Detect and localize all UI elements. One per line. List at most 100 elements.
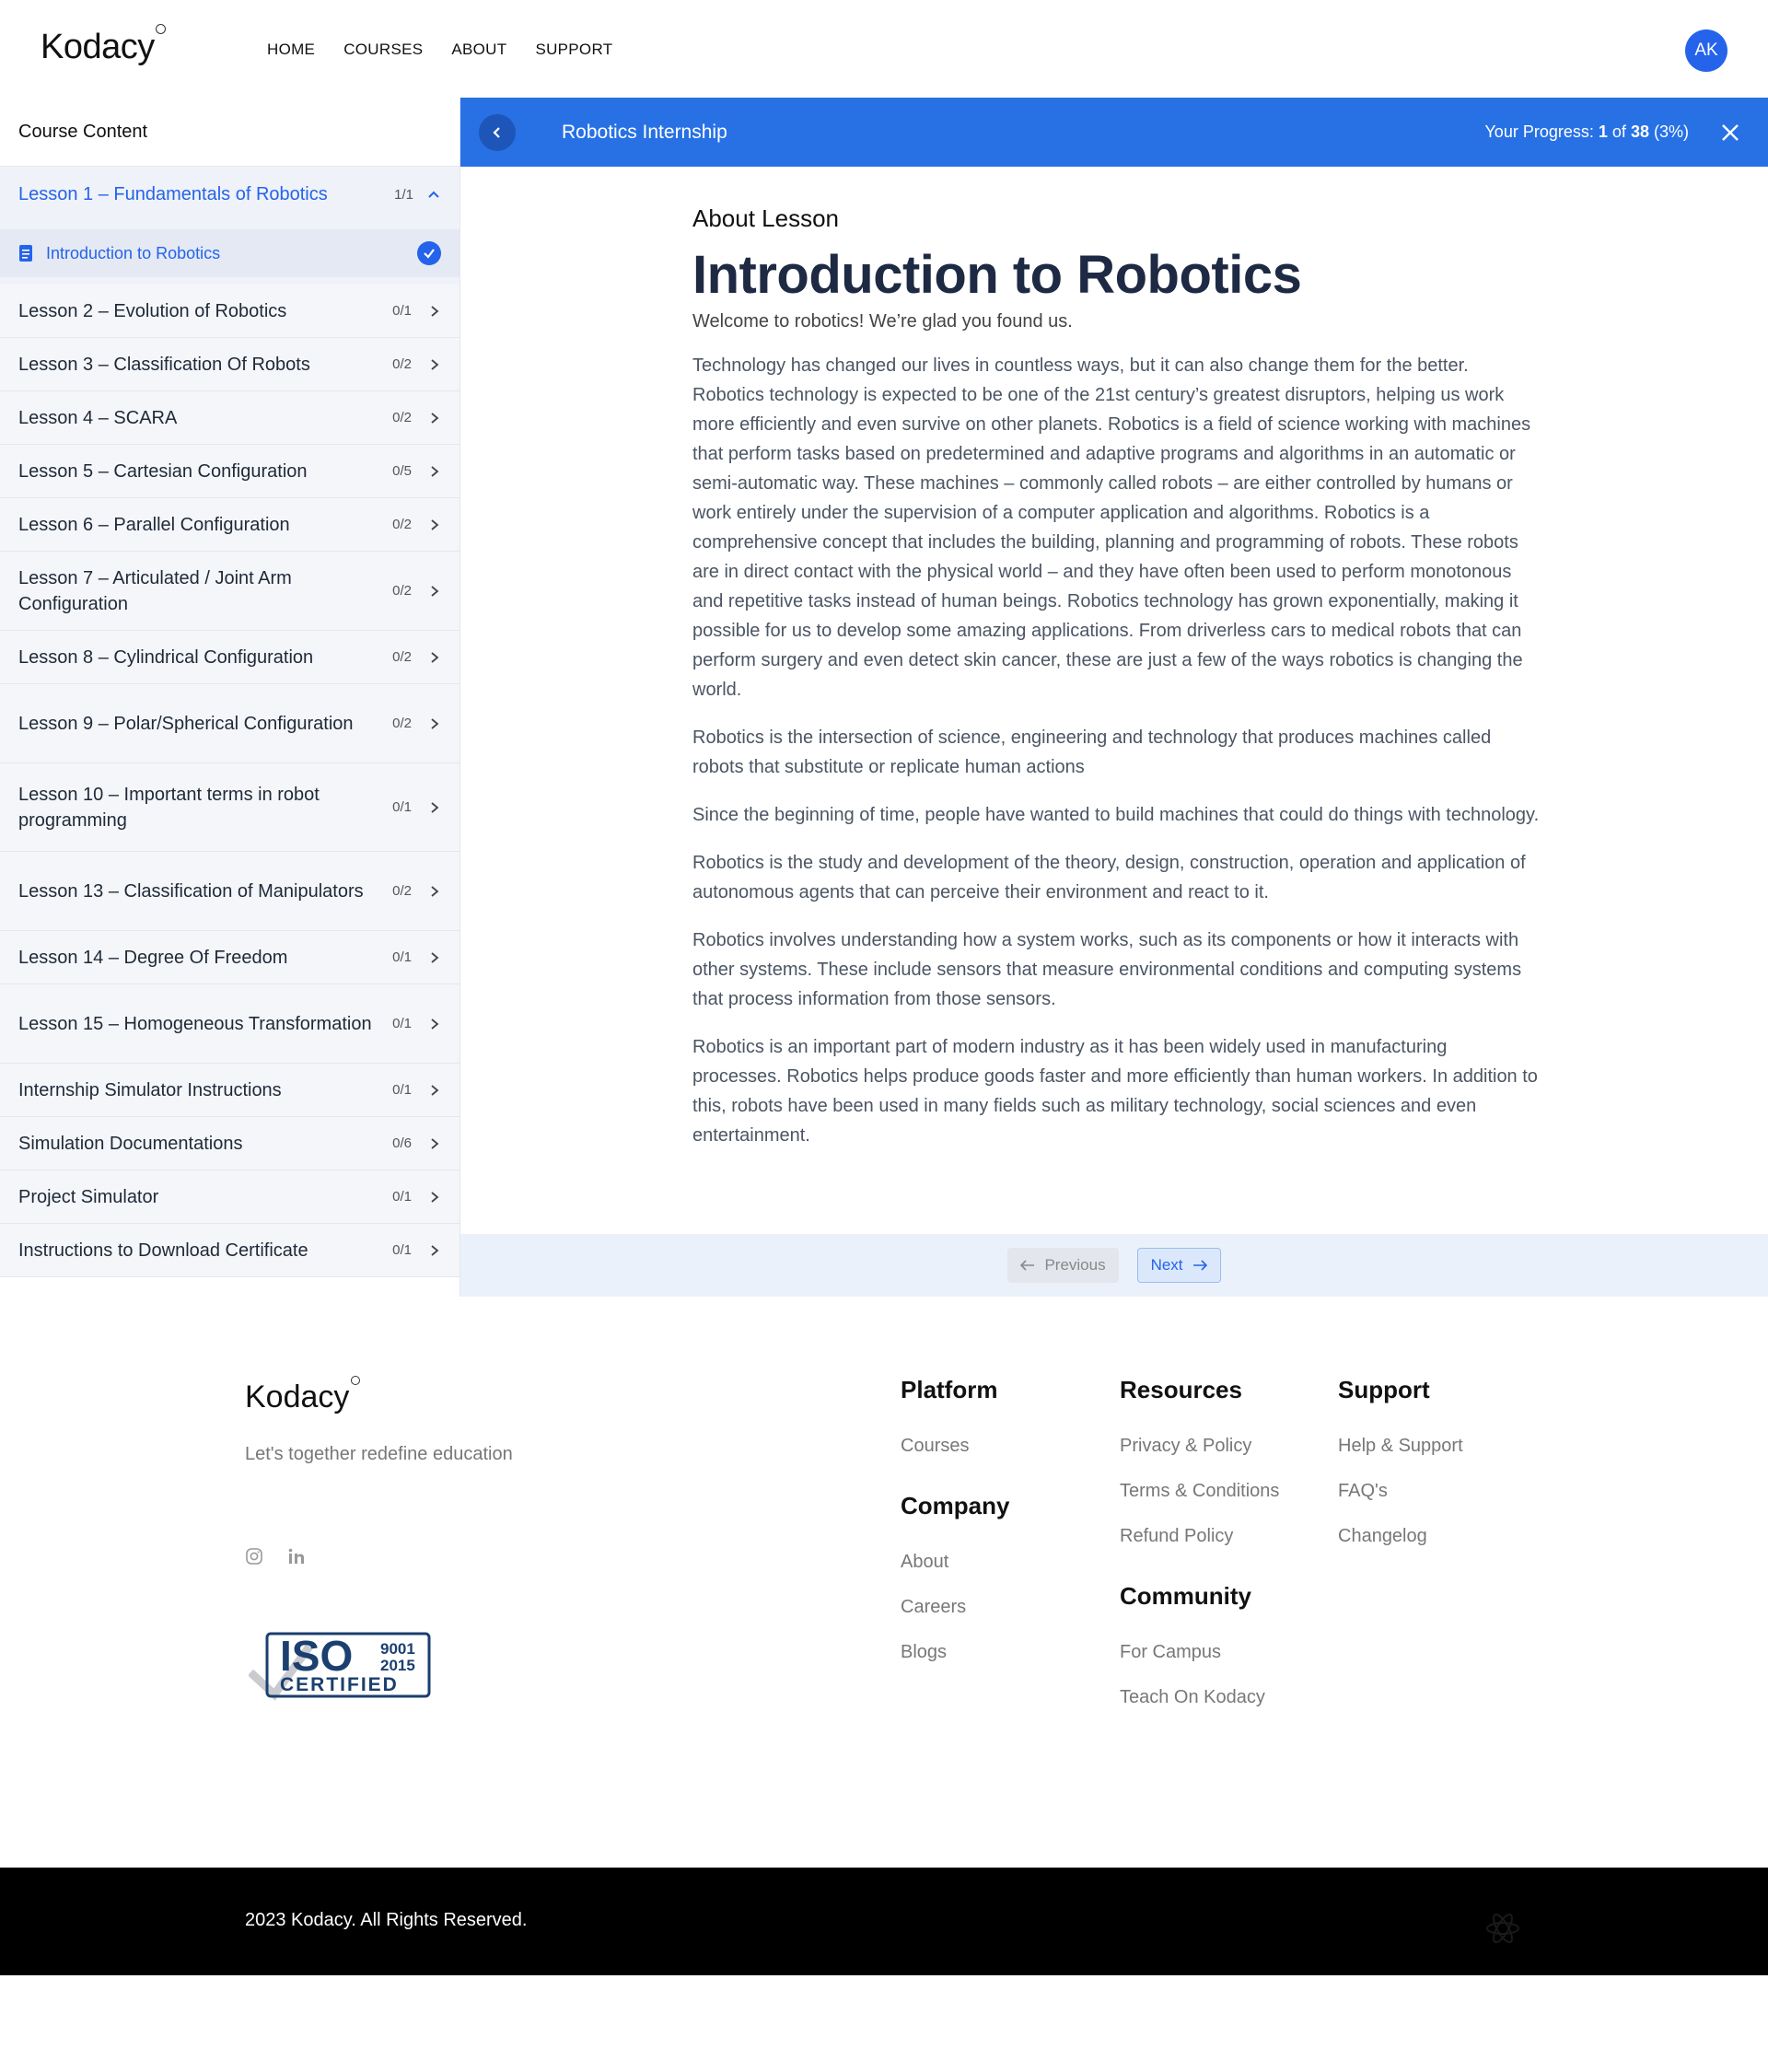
footer-heading-resources: Resources: [1120, 1376, 1242, 1403]
lesson-pager: Previous Next: [460, 1234, 1768, 1297]
chevron-left-icon: [493, 126, 500, 138]
kodacy-logo[interactable]: Kodacy: [41, 24, 166, 67]
lesson-name: Lesson 15 – Homogeneous Transformation: [18, 1013, 372, 1034]
sidebar-lesson-item[interactable]: Simulation Documentations 0/6: [0, 1117, 459, 1170]
sidebar-lesson-item[interactable]: Lesson 3 – Classification Of Robots 0/2: [0, 338, 459, 391]
footer-link-about[interactable]: About: [901, 1552, 1009, 1573]
footer-link-for-campus[interactable]: For Campus: [1120, 1642, 1279, 1663]
close-icon[interactable]: [1720, 122, 1740, 143]
footer-logo[interactable]: Kodacy: [245, 1376, 361, 1415]
lesson-count: 0/1: [392, 1242, 412, 1258]
chevron-right-icon: [431, 651, 439, 663]
sidebar-lesson-item[interactable]: Lesson 2 – Evolution of Robotics 0/1: [0, 285, 459, 338]
instagram-icon[interactable]: [245, 1547, 263, 1566]
footer-link-privacy[interactable]: Privacy & Policy: [1120, 1436, 1279, 1457]
sidebar-lesson-item[interactable]: Lesson 5 – Cartesian Configuration 0/5: [0, 445, 459, 498]
sub-item-introduction[interactable]: Introduction to Robotics: [0, 229, 459, 277]
arrow-left-icon: [1020, 1260, 1035, 1271]
paragraph: Robotics is the study and development of…: [692, 853, 1526, 902]
footer-col-support: Support Help & Support FAQ's Changelog: [1338, 1376, 1463, 1571]
lesson-count: 0/2: [392, 356, 412, 372]
nav-courses[interactable]: COURSES: [343, 41, 423, 59]
chevron-right-icon: [431, 358, 439, 370]
sidebar-lesson-item[interactable]: Lesson 9 – Polar/Spherical Configuration…: [0, 684, 459, 763]
chevron-right-icon: [431, 518, 439, 530]
footer-link-faq[interactable]: FAQ's: [1338, 1481, 1463, 1502]
progress-label: Your Progress:: [1484, 122, 1594, 141]
iso-text: ISO: [280, 1632, 353, 1680]
lesson-name: Lesson 3 – Classification Of Robots: [18, 354, 310, 375]
copyright-bar: 2023 Kodacy. All Rights Reserved.: [0, 1868, 1768, 1975]
chevron-right-icon: [431, 465, 439, 477]
footer-col-platform: Platform Courses Company About Careers B…: [901, 1376, 1009, 1687]
welcome-text: Welcome to robotics! We’re glad you foun…: [692, 311, 1073, 332]
chevron-right-icon: [431, 1191, 439, 1203]
arrow-right-icon: [1192, 1260, 1207, 1271]
chevron-right-icon: [431, 717, 439, 729]
footer-link-refund[interactable]: Refund Policy: [1120, 1526, 1279, 1547]
chevron-right-icon: [431, 585, 439, 597]
footer-link-terms[interactable]: Terms & Conditions: [1120, 1481, 1279, 1502]
sidebar-lesson-item[interactable]: Lesson 7 – Articulated / Joint Arm Confi…: [0, 552, 459, 631]
lesson-count: 0/1: [392, 1189, 412, 1205]
nav-about[interactable]: ABOUT: [451, 41, 506, 59]
sidebar-lesson-item[interactable]: Project Simulator 0/1: [0, 1170, 459, 1224]
chevron-right-icon: [431, 305, 439, 317]
atom-icon: [1486, 1913, 1519, 1944]
progress-total: 38: [1630, 122, 1649, 141]
sidebar-lesson-item[interactable]: Lesson 4 – SCARA 0/2: [0, 391, 459, 445]
site-footer: Kodacy Let's together redefine education…: [0, 1297, 1768, 1868]
back-button[interactable]: [479, 113, 516, 151]
nav-support[interactable]: SUPPORT: [535, 41, 612, 59]
chevron-right-icon: [431, 1137, 439, 1149]
previous-button[interactable]: Previous: [1007, 1248, 1119, 1283]
footer-link-teach[interactable]: Teach On Kodacy: [1120, 1687, 1279, 1708]
lesson-name: Lesson 8 – Cylindrical Configuration: [18, 646, 314, 668]
footer-link-help[interactable]: Help & Support: [1338, 1436, 1463, 1457]
footer-link-courses[interactable]: Courses: [901, 1436, 1009, 1457]
next-button[interactable]: Next: [1136, 1248, 1221, 1283]
footer-link-careers[interactable]: Careers: [901, 1597, 1009, 1618]
previous-label: Previous: [1044, 1256, 1106, 1274]
sidebar-lesson-item[interactable]: Lesson 6 – Parallel Configuration 0/2: [0, 498, 459, 552]
footer-heading-company: Company: [901, 1492, 1010, 1519]
chevron-right-icon: [431, 1084, 439, 1096]
footer-link-blogs[interactable]: Blogs: [901, 1642, 1009, 1663]
linkedin-icon[interactable]: [287, 1547, 306, 1566]
lesson-count: 0/2: [392, 517, 412, 532]
lesson-name: Lesson 6 – Parallel Configuration: [18, 514, 290, 535]
iso-9001: 9001: [380, 1640, 415, 1658]
footer-logo-text: Kodacy: [245, 1379, 350, 1414]
lesson-name: Lesson 13 – Classification of Manipulato…: [18, 880, 364, 902]
chevron-right-icon: [431, 1244, 439, 1256]
progress-current: 1: [1598, 122, 1608, 141]
sidebar-lesson-item[interactable]: Lesson 13 – Classification of Manipulato…: [0, 852, 459, 931]
nav-home[interactable]: HOME: [267, 41, 315, 59]
footer-col-resources: Resources Privacy & Policy Terms & Condi…: [1120, 1376, 1279, 1732]
sidebar-lesson-item[interactable]: Lesson 15 – Homogeneous Transformation 0/…: [0, 984, 459, 1064]
lesson-count: 0/5: [392, 463, 412, 479]
lesson-name: Instructions to Download Certificate: [18, 1240, 308, 1261]
lesson-count: 1/1: [394, 186, 413, 203]
lesson-header-bar: Robotics Internship Your Progress: 1 of …: [460, 98, 1768, 167]
user-avatar[interactable]: AK: [1685, 29, 1727, 72]
paragraph: Robotics involves understanding how a sy…: [692, 930, 1522, 1009]
main-menu: HOME COURSES ABOUT SUPPORT: [267, 41, 612, 59]
sidebar-lesson-item[interactable]: Lesson 14 – Degree Of Freedom 0/1: [0, 931, 459, 984]
sidebar-lesson-item[interactable]: Internship Simulator Instructions 0/1: [0, 1064, 459, 1117]
sidebar-lesson-item[interactable]: Lesson 10 – Important terms in robot pro…: [0, 763, 459, 852]
sidebar-lesson-1[interactable]: Lesson 1 – Fundamentals of Robotics 1/1: [0, 167, 459, 222]
lesson-title: Introduction to Robotics: [692, 245, 1302, 305]
document-icon: [19, 245, 32, 262]
lesson-count: 0/1: [392, 1016, 412, 1031]
lesson-content: About Lesson Introduction to Robotics We…: [692, 204, 1540, 1150]
footer-link-changelog[interactable]: Changelog: [1338, 1526, 1463, 1547]
lesson-list: Lesson 2 – Evolution of Robotics 0/1 Lesso…: [0, 285, 459, 1277]
check-circle-icon: [417, 241, 441, 265]
lesson-count: 0/1: [392, 1082, 412, 1098]
lesson-count: 0/2: [392, 410, 412, 425]
sidebar-lesson-item[interactable]: Lesson 8 – Cylindrical Configuration 0/2: [0, 631, 459, 684]
lesson-name: Project Simulator: [18, 1186, 159, 1207]
iso-certified-text: CERTIFIED: [280, 1674, 399, 1695]
sidebar-lesson-item[interactable]: Instructions to Download Certificate 0/1: [0, 1224, 459, 1277]
